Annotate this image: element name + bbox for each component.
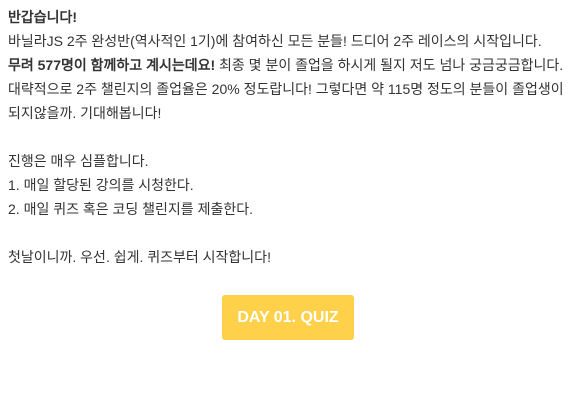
participants-paragraph: 무려 577명이 함께하고 계시는데요! 최종 몇 분이 졸업을 하시게 될지 … (8, 53, 568, 125)
step-1: 1. 매일 할당된 강의를 시청한다. (8, 177, 194, 193)
message-body: 반갑습니다! 바닐라JS 2주 완성반(역사적인 1기)에 참여하신 모든 분들… (0, 0, 576, 340)
intro-text: 바닐라JS 2주 완성반(역사적인 1기)에 참여하신 모든 분들! 드디어 2… (8, 33, 542, 49)
process-title: 진행은 매우 심플합니다. (8, 153, 149, 169)
greeting: 반갑습니다! (8, 5, 568, 29)
closing-text: 첫날이니까. 우선. 쉽게. 퀴즈부터 시작합니다! (8, 249, 271, 265)
step-2: 2. 매일 퀴즈 혹은 코딩 챌린지를 제출한다. (8, 201, 253, 217)
participants-bold: 무려 577명이 함께하고 계시는데요! (8, 57, 216, 73)
day-01-quiz-button[interactable]: DAY 01. QUIZ (222, 295, 354, 340)
greeting-text: 반갑습니다! (8, 9, 78, 25)
